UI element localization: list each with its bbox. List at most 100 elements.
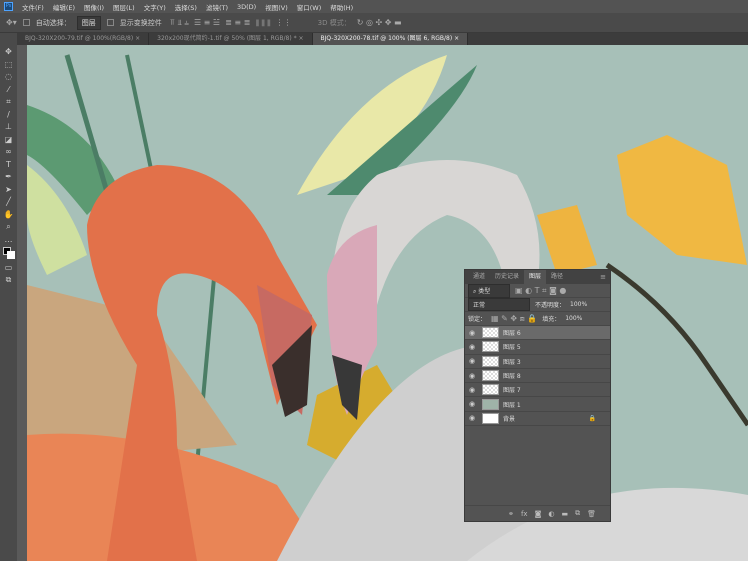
menu-layer[interactable]: 图层(L) (113, 2, 135, 12)
auto-select-checkbox[interactable] (22, 19, 30, 26)
layer-name: 图层 8 (503, 373, 521, 381)
magic-wand-tool-icon[interactable]: ⁄ (8, 85, 9, 94)
eye-icon[interactable]: ◉ (465, 372, 479, 380)
add-mask-icon[interactable]: ◙ (535, 510, 542, 518)
layer-list: ◉ 图层 6 ◉ 图层 5 ◉ 图层 3 ◉ 图层 8 ◉ 图层 7 ◉ 图层 1 ◉ 背景 🔒 (465, 326, 610, 427)
filter-kind-dropdown[interactable]: ⌕ 类型 (468, 283, 510, 298)
layers-panel: 通道 历史记录 图层 路径 ≡ ⌕ 类型 ▣ ◐ T ⌗ ◙ ● 正常 不透明度… (464, 269, 611, 522)
color-swatches[interactable] (2, 247, 15, 259)
layer-thumbnail (482, 327, 499, 339)
document-tabs: BJQ-320X200-79.tif @ 100%(RGB/8) × 320x2… (17, 33, 748, 45)
tab-paths[interactable]: 路径 (546, 270, 568, 284)
layer-thumbnail (482, 412, 499, 424)
3d-mode-icons[interactable]: ↻ ◎ ✣ ✥ ▬ (357, 18, 402, 27)
marquee-tool-icon[interactable]: ⬚ (5, 60, 13, 69)
filter-icons[interactable]: ▣ ◐ T ⌗ ◙ ● (515, 286, 566, 296)
photoshop-logo[interactable]: Ps (4, 2, 13, 11)
eraser-tool-icon[interactable]: ◪ (5, 135, 13, 144)
show-transform-label: 显示变换控件 (119, 18, 162, 27)
3d-mode-label: 3D 模式： (317, 18, 351, 27)
layer-name: 图层 6 (503, 330, 521, 338)
layer-row[interactable]: ◉ 图层 1 (465, 397, 610, 412)
layer-thumbnail (482, 341, 499, 353)
menu-filter[interactable]: 滤镜(T) (206, 2, 228, 12)
eye-icon[interactable]: ◉ (465, 329, 479, 337)
vertical-ruler (17, 45, 27, 561)
layer-name: 背景 (503, 415, 516, 423)
opacity-input[interactable]: 100% (570, 301, 587, 308)
blend-mode-dropdown[interactable]: 正常 (468, 298, 530, 311)
zoom-tool-icon[interactable]: ⌕ (6, 222, 10, 231)
eye-icon[interactable]: ◉ (465, 386, 479, 394)
menu-window[interactable]: 窗口(W) (297, 2, 322, 12)
doc-tab-label: BJQ-320X200-78.tif @ 100% (图层 6, RGB/8) (320, 35, 453, 42)
layer-row[interactable]: ◉ 图层 8 (465, 369, 610, 384)
tab-history[interactable]: 历史记录 (490, 270, 524, 284)
layer-row[interactable]: ◉ 图层 7 (465, 383, 610, 398)
eye-icon[interactable]: ◉ (465, 414, 479, 422)
auto-select-dropdown[interactable]: 图层 (76, 15, 101, 30)
fx-icon[interactable]: fx (521, 510, 528, 518)
menu-select[interactable]: 选择(S) (175, 2, 197, 12)
lasso-tool-icon[interactable]: ◌ (5, 72, 12, 81)
layer-thumbnail (482, 370, 499, 382)
doc-tab-label: BJQ-320X200-79.tif @ 100%(RGB/8) (25, 35, 134, 42)
layer-name: 图层 3 (503, 358, 521, 366)
panel-tabs: 通道 历史记录 图层 路径 ≡ (465, 270, 610, 284)
auto-select-label: 自动选择： (35, 18, 71, 27)
quick-mask-icon[interactable]: ▭ (5, 263, 13, 272)
type-tool-icon[interactable]: T (6, 160, 11, 169)
menu-help[interactable]: 帮助(H) (330, 2, 353, 12)
menu-image[interactable]: 图像(I) (84, 2, 104, 12)
dodge-tool-icon[interactable]: ∞ (5, 147, 12, 156)
tools-panel: ✥ ⬚ ◌ ⁄ ⌗ / ⊥ ◪ ∞ T ✒ ➤ ╱ ✋ ⌕ … ▭ ⧉ (0, 33, 17, 561)
lock-label: 锁定： (468, 316, 487, 323)
pen-tool-icon[interactable]: ✒ (5, 172, 12, 181)
layer-row[interactable]: ◉ 图层 6 (465, 326, 610, 341)
doc-tab-3[interactable]: BJQ-320X200-78.tif @ 100% (图层 6, RGB/8) … (312, 33, 469, 45)
filter-kind-value: 类型 (478, 287, 491, 295)
layer-row[interactable]: ◉ 图层 5 (465, 340, 610, 355)
layer-row[interactable]: ◉ 图层 3 (465, 355, 610, 369)
fill-input[interactable]: 100% (565, 315, 582, 322)
tab-channels[interactable]: 通道 (468, 270, 490, 284)
link-layers-icon[interactable]: ⚭ (508, 510, 514, 518)
blend-row: 正常 不透明度： 100% (465, 298, 610, 312)
doc-tab-label: 320x200现代简约-1.tif @ 50% (图层 1, RGB/8) * (157, 35, 297, 42)
menu-edit[interactable]: 编辑(E) (53, 2, 75, 12)
hand-tool-icon[interactable]: ✋ (4, 210, 14, 219)
layer-row[interactable]: ◉ 背景 🔒 (465, 412, 610, 427)
flamingo-painting (27, 45, 748, 561)
menu-view[interactable]: 视图(V) (265, 2, 288, 12)
layer-thumbnail (482, 398, 499, 410)
screen-mode-icon[interactable]: ⧉ (6, 275, 12, 284)
new-layer-icon[interactable]: ⧉ (575, 509, 580, 518)
path-select-tool-icon[interactable]: ➤ (5, 185, 12, 194)
doc-tab-1[interactable]: BJQ-320X200-79.tif @ 100%(RGB/8) × (17, 33, 150, 45)
tab-layers[interactable]: 图层 (524, 270, 547, 284)
show-transform-checkbox[interactable] (106, 19, 114, 26)
menu-type[interactable]: 文字(Y) (144, 2, 166, 12)
move-tool-icon[interactable]: ✥ (5, 47, 12, 56)
adjustment-layer-icon[interactable]: ◐ (548, 510, 554, 518)
lock-icons[interactable]: ▦ ✎ ✥ ⧈ 🔒 (491, 314, 537, 324)
doc-tab-2[interactable]: 320x200现代简约-1.tif @ 50% (图层 1, RGB/8) * … (149, 33, 313, 45)
delete-layer-icon[interactable]: 🗑 (587, 510, 596, 518)
new-group-icon[interactable]: ▬ (561, 510, 568, 518)
panel-menu-icon[interactable]: ≡ (600, 273, 606, 281)
crop-tool-icon[interactable]: ⌗ (6, 97, 11, 106)
brush-tool-icon[interactable]: / (7, 110, 10, 119)
line-tool-icon[interactable]: ╱ (6, 197, 11, 206)
eye-icon[interactable]: ◉ (465, 357, 479, 365)
move-tool-icon[interactable]: ✥▾ (6, 18, 17, 27)
canvas-artwork[interactable] (27, 45, 748, 561)
layer-name: 图层 7 (503, 387, 521, 395)
eye-icon[interactable]: ◉ (465, 343, 479, 351)
menu-3d[interactable]: 3D(D) (237, 3, 256, 11)
menu-file[interactable]: 文件(F) (22, 2, 44, 12)
stamp-tool-icon[interactable]: ⊥ (5, 122, 12, 131)
more-tools-icon[interactable]: … (5, 235, 13, 244)
eye-icon[interactable]: ◉ (465, 400, 479, 408)
options-bar: ✥▾ 自动选择： 图层 显示变换控件 ⫪ ⫫ ⫨ ☰ ≡ ☱ ≣ ≡ ≣ ⦀ ⦀… (0, 13, 748, 33)
align-icons[interactable]: ⫪ ⫫ ⫨ ☰ ≡ ☱ ≣ ≡ ≣ ⦀ ⦀ ⦀ ⋮⋮ (168, 18, 291, 28)
